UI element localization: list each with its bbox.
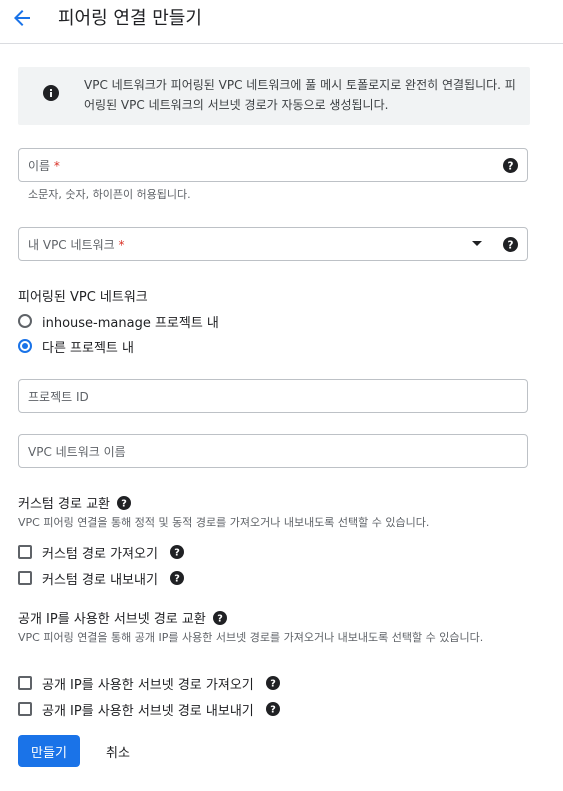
svg-text:?: ? xyxy=(508,160,514,172)
radio-label: 다른 프로젝트 내 xyxy=(42,340,134,356)
radio-label: inhouse-manage 프로젝트 내 xyxy=(42,315,219,331)
back-arrow-icon[interactable] xyxy=(10,6,34,30)
radio-other-project[interactable]: 다른 프로젝트 내 xyxy=(18,337,134,356)
public-ip-import-checkbox[interactable]: 공개 IP를 사용한 서브넷 경로 가져오기 ? xyxy=(18,674,280,693)
info-text: VPC 네트워크가 피어링된 VPC 네트워크에 풀 메시 토폴로지로 완전히 … xyxy=(84,78,516,112)
peered-network-title: 피어링된 VPC 네트워크 xyxy=(18,290,148,305)
help-icon[interactable]: ? xyxy=(265,702,280,716)
custom-routes-title: 커스텀 경로 교환 ? xyxy=(18,493,132,512)
help-icon[interactable]: ? xyxy=(117,496,132,510)
checkbox[interactable] xyxy=(18,702,32,716)
checkbox-label: 공개 IP를 사용한 서브넷 경로 내보내기 xyxy=(42,703,254,719)
help-icon[interactable]: ? xyxy=(503,158,518,173)
project-id-field[interactable]: 프로젝트 ID xyxy=(18,379,528,413)
radio-same-project[interactable]: inhouse-manage 프로젝트 내 xyxy=(18,312,219,331)
svg-text:?: ? xyxy=(121,499,127,510)
checkbox-label: 커스텀 경로 내보내기 xyxy=(42,572,158,588)
custom-routes-desc: VPC 피어링 연결을 통해 정적 및 동적 경로를 가져오거나 내보내도록 선… xyxy=(18,516,430,529)
svg-text:?: ? xyxy=(270,705,276,716)
svg-text:?: ? xyxy=(174,548,180,559)
info-icon xyxy=(43,85,59,101)
public-ip-export-checkbox[interactable]: 공개 IP를 사용한 서브넷 경로 내보내기 ? xyxy=(18,700,280,719)
checkbox-label: 커스텀 경로 가져오기 xyxy=(42,546,158,562)
svg-text:?: ? xyxy=(174,574,180,585)
page-title: 피어링 연결 만들기 xyxy=(58,8,202,29)
public-ip-routes-title: 공개 IP를 사용한 서브넷 경로 교환 ? xyxy=(18,608,227,627)
checkbox[interactable] xyxy=(18,676,32,690)
project-id-placeholder: 프로젝트 ID xyxy=(28,390,89,404)
name-hint: 소문자, 숫자, 하이픈이 허용됩니다. xyxy=(28,188,191,201)
vpc-network-select[interactable]: 내 VPC 네트워크 * ? xyxy=(18,227,528,261)
create-button[interactable]: 만들기 xyxy=(18,735,80,767)
radio-button[interactable] xyxy=(18,314,32,328)
help-icon[interactable]: ? xyxy=(169,571,184,585)
name-field-label: 이름 * xyxy=(28,159,60,173)
vpc-network-label: 내 VPC 네트워크 * xyxy=(28,238,125,252)
dropdown-arrow-icon[interactable] xyxy=(472,241,482,246)
svg-text:?: ? xyxy=(508,239,514,251)
custom-routes-export-checkbox[interactable]: 커스텀 경로 내보내기 ? xyxy=(18,569,184,588)
help-icon[interactable]: ? xyxy=(503,237,518,252)
help-icon[interactable]: ? xyxy=(169,545,184,559)
name-field[interactable]: 이름 * ? xyxy=(18,148,528,182)
cancel-button[interactable]: 취소 xyxy=(96,735,140,767)
public-ip-routes-desc: VPC 피어링 연결을 통해 공개 IP를 사용한 서브넷 경로를 가져오거나 … xyxy=(18,631,484,644)
svg-text:?: ? xyxy=(217,614,223,625)
help-icon[interactable]: ? xyxy=(265,676,280,690)
custom-routes-import-checkbox[interactable]: 커스텀 경로 가져오기 ? xyxy=(18,543,184,562)
radio-button-selected[interactable] xyxy=(18,339,32,353)
checkbox-label: 공개 IP를 사용한 서브넷 경로 가져오기 xyxy=(42,677,254,693)
checkbox[interactable] xyxy=(18,571,32,585)
page-header: 피어링 연결 만들기 xyxy=(0,0,563,44)
help-icon[interactable]: ? xyxy=(212,611,227,625)
checkbox[interactable] xyxy=(18,545,32,559)
vpc-network-name-field[interactable]: VPC 네트워크 이름 xyxy=(18,434,528,468)
info-banner: VPC 네트워크가 피어링된 VPC 네트워크에 풀 메시 토폴로지로 완전히 … xyxy=(18,67,530,125)
svg-text:?: ? xyxy=(270,679,276,690)
vpc-network-name-placeholder: VPC 네트워크 이름 xyxy=(28,445,126,459)
